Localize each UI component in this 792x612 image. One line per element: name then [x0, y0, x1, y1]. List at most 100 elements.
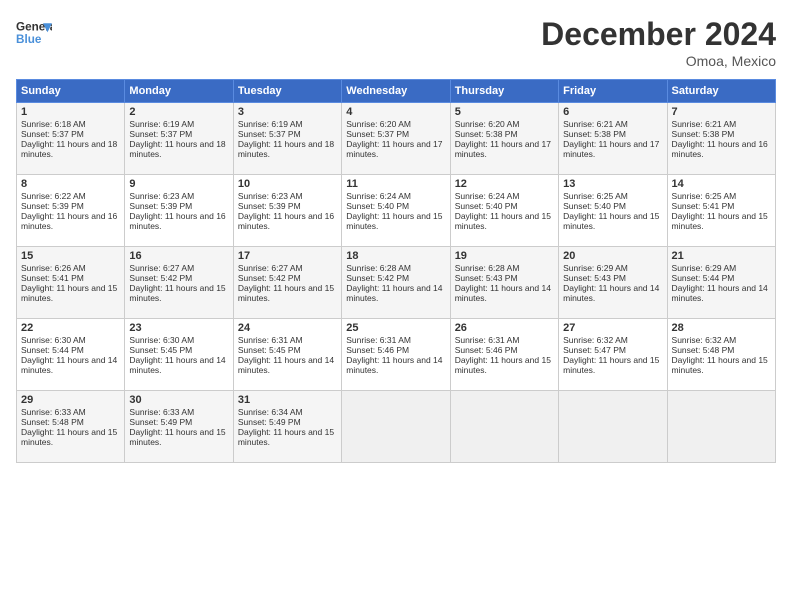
sunset-text: Sunset: 5:38 PM — [563, 129, 626, 139]
location: Omoa, Mexico — [541, 53, 776, 69]
day-number: 4 — [346, 106, 445, 118]
sunrise-text: Sunrise: 6:18 AM — [21, 119, 86, 129]
daylight-text: Daylight: 11 hours and 14 minutes. — [563, 283, 659, 303]
table-row: 21Sunrise: 6:29 AMSunset: 5:44 PMDayligh… — [667, 247, 775, 319]
day-number: 5 — [455, 106, 554, 118]
day-number: 24 — [238, 322, 337, 334]
day-number: 26 — [455, 322, 554, 334]
table-row: 8Sunrise: 6:22 AMSunset: 5:39 PMDaylight… — [17, 175, 125, 247]
sunrise-text: Sunrise: 6:32 AM — [563, 335, 628, 345]
table-row: 25Sunrise: 6:31 AMSunset: 5:46 PMDayligh… — [342, 319, 450, 391]
day-number: 20 — [563, 250, 662, 262]
daylight-text: Daylight: 11 hours and 16 minutes. — [672, 139, 768, 159]
table-row: 10Sunrise: 6:23 AMSunset: 5:39 PMDayligh… — [233, 175, 341, 247]
sunrise-text: Sunrise: 6:30 AM — [129, 335, 194, 345]
daylight-text: Daylight: 11 hours and 15 minutes. — [129, 283, 225, 303]
table-row: 5Sunrise: 6:20 AMSunset: 5:38 PMDaylight… — [450, 103, 558, 175]
sunset-text: Sunset: 5:43 PM — [455, 273, 518, 283]
daylight-text: Daylight: 11 hours and 16 minutes. — [129, 211, 225, 231]
sunset-text: Sunset: 5:41 PM — [672, 201, 735, 211]
daylight-text: Daylight: 11 hours and 15 minutes. — [238, 283, 334, 303]
sunrise-text: Sunrise: 6:30 AM — [21, 335, 86, 345]
daylight-text: Daylight: 11 hours and 15 minutes. — [21, 283, 117, 303]
sunset-text: Sunset: 5:44 PM — [21, 345, 84, 355]
daylight-text: Daylight: 11 hours and 14 minutes. — [346, 355, 442, 375]
table-row: 4Sunrise: 6:20 AMSunset: 5:37 PMDaylight… — [342, 103, 450, 175]
col-tuesday: Tuesday — [233, 80, 341, 103]
calendar-row-2: 15Sunrise: 6:26 AMSunset: 5:41 PMDayligh… — [17, 247, 776, 319]
sunset-text: Sunset: 5:41 PM — [21, 273, 84, 283]
day-number: 25 — [346, 322, 445, 334]
sunset-text: Sunset: 5:38 PM — [455, 129, 518, 139]
daylight-text: Daylight: 11 hours and 17 minutes. — [346, 139, 442, 159]
day-number: 6 — [563, 106, 662, 118]
table-row: 17Sunrise: 6:27 AMSunset: 5:42 PMDayligh… — [233, 247, 341, 319]
sunset-text: Sunset: 5:42 PM — [346, 273, 409, 283]
table-row: 11Sunrise: 6:24 AMSunset: 5:40 PMDayligh… — [342, 175, 450, 247]
sunrise-text: Sunrise: 6:28 AM — [346, 263, 411, 273]
sunset-text: Sunset: 5:40 PM — [346, 201, 409, 211]
table-row: 26Sunrise: 6:31 AMSunset: 5:46 PMDayligh… — [450, 319, 558, 391]
table-row: 29Sunrise: 6:33 AMSunset: 5:48 PMDayligh… — [17, 391, 125, 463]
col-wednesday: Wednesday — [342, 80, 450, 103]
day-number: 14 — [672, 178, 771, 190]
sunset-text: Sunset: 5:49 PM — [129, 417, 192, 427]
sunrise-text: Sunrise: 6:27 AM — [238, 263, 303, 273]
sunset-text: Sunset: 5:37 PM — [238, 129, 301, 139]
sunset-text: Sunset: 5:40 PM — [455, 201, 518, 211]
sunset-text: Sunset: 5:48 PM — [672, 345, 735, 355]
daylight-text: Daylight: 11 hours and 15 minutes. — [672, 355, 768, 375]
day-number: 28 — [672, 322, 771, 334]
day-number: 10 — [238, 178, 337, 190]
daylight-text: Daylight: 11 hours and 18 minutes. — [238, 139, 334, 159]
table-row: 9Sunrise: 6:23 AMSunset: 5:39 PMDaylight… — [125, 175, 233, 247]
sunrise-text: Sunrise: 6:20 AM — [346, 119, 411, 129]
sunrise-text: Sunrise: 6:32 AM — [672, 335, 737, 345]
day-number: 27 — [563, 322, 662, 334]
month-title: December 2024 — [541, 16, 776, 53]
table-row: 18Sunrise: 6:28 AMSunset: 5:42 PMDayligh… — [342, 247, 450, 319]
table-row: 24Sunrise: 6:31 AMSunset: 5:45 PMDayligh… — [233, 319, 341, 391]
day-number: 12 — [455, 178, 554, 190]
table-row: 23Sunrise: 6:30 AMSunset: 5:45 PMDayligh… — [125, 319, 233, 391]
daylight-text: Daylight: 11 hours and 14 minutes. — [455, 283, 551, 303]
calendar-row-4: 29 Sunrise: 6:33 AM Sunset: 5:48 PMDayligh… — [17, 391, 776, 463]
calendar-table: Sunday Monday Tuesday Wednesday Thursday… — [16, 79, 776, 463]
day-number: 11 — [346, 178, 445, 190]
calendar-row-1: 8Sunrise: 6:22 AMSunset: 5:39 PMDaylight… — [17, 175, 776, 247]
sunset-text: Sunset: 5:42 PM — [129, 273, 192, 283]
sunset-text: Sunset: 5:37 PM — [346, 129, 409, 139]
title-block: December 2024 Omoa, Mexico — [541, 16, 776, 69]
sunrise-text: Sunrise: 6:31 AM — [238, 335, 303, 345]
table-row: 22Sunrise: 6:30 AMSunset: 5:44 PMDayligh… — [17, 319, 125, 391]
day-number: 9 — [129, 178, 228, 190]
day-number: 29 — [21, 394, 120, 406]
sunrise-text: Sunrise: 6:21 AM — [563, 119, 628, 129]
daylight-text: Daylight: 11 hours and 16 minutes. — [21, 211, 117, 231]
table-row — [342, 391, 450, 463]
daylight-text: Daylight: 11 hours and 17 minutes. — [455, 139, 551, 159]
table-row: 3Sunrise: 6:19 AMSunset: 5:37 PMDaylight… — [233, 103, 341, 175]
table-row: 1Sunrise: 6:18 AMSunset: 5:37 PMDaylight… — [17, 103, 125, 175]
sunrise-text: Sunrise: 6:33 AM — [129, 407, 194, 417]
table-row: 19Sunrise: 6:28 AMSunset: 5:43 PMDayligh… — [450, 247, 558, 319]
day-number: 15 — [21, 250, 120, 262]
day-number: 8 — [21, 178, 120, 190]
sunset-text: Sunset: 5:48 PM — [21, 417, 84, 427]
daylight-text: Daylight: 11 hours and 15 minutes. — [21, 427, 117, 447]
table-row: 2Sunrise: 6:19 AMSunset: 5:37 PMDaylight… — [125, 103, 233, 175]
sunrise-text: Sunrise: 6:21 AM — [672, 119, 737, 129]
sunrise-text: Sunrise: 6:24 AM — [455, 191, 520, 201]
daylight-text: Daylight: 11 hours and 15 minutes. — [455, 355, 551, 375]
sunset-text: Sunset: 5:49 PM — [238, 417, 301, 427]
day-number: 23 — [129, 322, 228, 334]
sunset-text: Sunset: 5:46 PM — [346, 345, 409, 355]
daylight-text: Daylight: 11 hours and 14 minutes. — [238, 355, 334, 375]
sunrise-text: Sunrise: 6:22 AM — [21, 191, 86, 201]
day-number: 7 — [672, 106, 771, 118]
calendar-row-0: 1Sunrise: 6:18 AMSunset: 5:37 PMDaylight… — [17, 103, 776, 175]
sunrise-text: Sunrise: 6:27 AM — [129, 263, 194, 273]
sunrise-text: Sunrise: 6:24 AM — [346, 191, 411, 201]
sunset-text: Sunset: 5:45 PM — [238, 345, 301, 355]
table-row — [559, 391, 667, 463]
